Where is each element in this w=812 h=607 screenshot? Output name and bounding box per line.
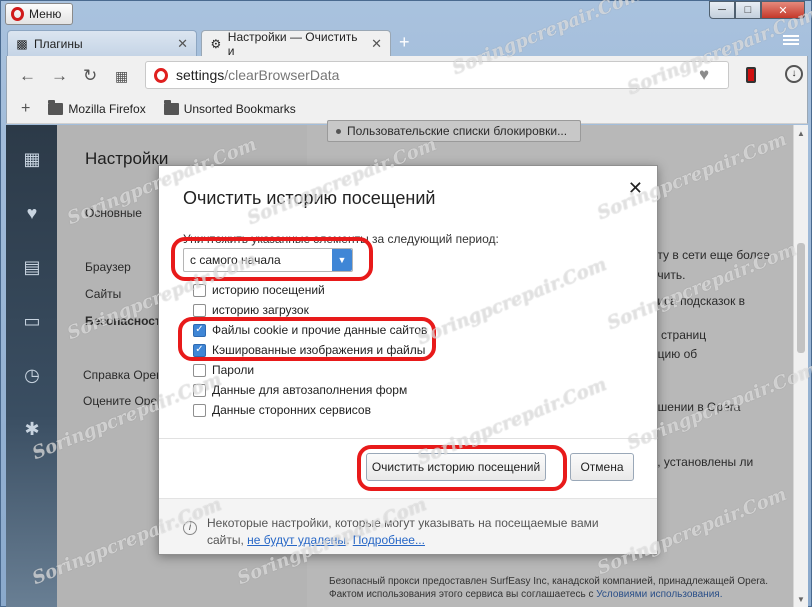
help-link[interactable]: Справка Opera xyxy=(83,368,167,382)
option-history[interactable]: историю посещений xyxy=(193,283,325,297)
tabs-icon[interactable]: ▭ xyxy=(21,311,43,333)
dialog-title: Очистить историю посещений xyxy=(183,188,436,208)
bookmark-label: Mozilla Firefox xyxy=(68,101,146,116)
bg-text: оту в сети еще более xyxy=(651,248,770,262)
bookmark-folder[interactable]: Unsorted Bookmarks xyxy=(163,99,296,116)
option-downloads[interactable]: историю загрузок xyxy=(193,303,309,317)
news-icon[interactable]: ▤ xyxy=(21,257,43,279)
close-tab-icon[interactable]: ✕ xyxy=(177,36,188,52)
address-host: settings xyxy=(176,67,225,83)
more-link[interactable]: Подробнее... xyxy=(353,533,425,547)
reload-icon[interactable]: ↻ xyxy=(83,66,97,86)
menu-label: Меню xyxy=(29,7,62,21)
checkbox[interactable] xyxy=(193,283,206,297)
speed-dial-icon[interactable]: ▦ xyxy=(21,149,43,171)
menu-button[interactable]: Меню xyxy=(5,3,73,25)
tab-label: Плагины xyxy=(34,36,83,51)
option-label: историю загрузок xyxy=(212,303,309,317)
scrollbar[interactable]: ▲ ▼ xyxy=(793,125,808,607)
option-third-party[interactable]: Данные сторонних сервисов xyxy=(193,403,371,417)
block-lists-button[interactable]: Пользовательские списки блокировки... xyxy=(327,120,581,142)
bg-text: ь, установлены ли xyxy=(651,455,754,469)
not-deleted-link[interactable]: не будут удалены xyxy=(247,533,346,547)
info-icon: i xyxy=(183,521,197,535)
address-bar[interactable]: settings/clearBrowserData xyxy=(145,61,729,89)
highlight-options xyxy=(178,317,436,361)
footnote-line1: Безопасный прокси предоставлен SurfEasy … xyxy=(329,576,768,587)
terms-link[interactable]: Условиями использования. xyxy=(596,589,722,600)
extensions-icon[interactable]: ✱ xyxy=(21,419,43,441)
add-bookmark-icon[interactable]: + xyxy=(21,100,30,118)
opera-icon xyxy=(154,67,168,83)
nav-basic[interactable]: Основные xyxy=(85,206,142,220)
tab-plugins[interactable]: ▩ Плагины ✕ xyxy=(7,30,197,56)
nav-sites[interactable]: Сайты xyxy=(85,287,121,301)
window-controls: ─ □ ✕ xyxy=(709,1,805,19)
heart-icon[interactable]: ♥ xyxy=(699,65,709,85)
scroll-thumb[interactable] xyxy=(797,243,805,353)
tab-label: Настройки — Очистить и xyxy=(227,29,358,58)
divider xyxy=(159,438,657,439)
proxy-footnote: Безопасный прокси предоставлен SurfEasy … xyxy=(329,575,789,601)
checkbox[interactable] xyxy=(193,303,206,317)
footnote-line2: Фактом использования этого сервиса вы со… xyxy=(329,589,597,600)
download-icon[interactable]: ↓ xyxy=(785,65,803,83)
puzzle-icon: ▩ xyxy=(16,36,28,51)
option-autofill[interactable]: Данные для автозаполнения форм xyxy=(193,383,407,397)
rate-link[interactable]: Оцените Opera xyxy=(83,394,168,408)
option-label: Данные для автозаполнения форм xyxy=(212,383,408,397)
checkbox[interactable] xyxy=(193,383,206,397)
checkbox[interactable] xyxy=(193,363,206,377)
dialog-footer: i Некоторые настройки, которые могут ука… xyxy=(159,498,657,554)
option-label: Пароли xyxy=(212,363,255,377)
bullet-icon xyxy=(336,128,341,134)
minimize-button[interactable]: ─ xyxy=(709,1,735,19)
highlight-period xyxy=(171,237,373,281)
folder-icon xyxy=(48,99,64,115)
bg-text: и страниц xyxy=(651,328,707,342)
back-icon[interactable]: ← xyxy=(19,66,36,86)
maximize-button[interactable]: □ xyxy=(735,1,761,19)
cancel-button[interactable]: Отмена xyxy=(570,453,634,481)
scroll-up-icon[interactable]: ▲ xyxy=(797,129,805,138)
bg-text: ешении в Opera xyxy=(651,400,741,414)
vpn-badge-icon[interactable] xyxy=(746,67,756,83)
history-icon[interactable]: ◷ xyxy=(21,365,43,387)
option-label: Данные сторонних сервисов xyxy=(212,403,371,417)
close-window-button[interactable]: ✕ xyxy=(761,1,805,19)
tab-menu-icon[interactable] xyxy=(783,33,799,49)
nav-security[interactable]: Безопасность xyxy=(85,314,168,328)
nav-browser[interactable]: Браузер xyxy=(85,260,131,274)
scroll-down-icon[interactable]: ▼ xyxy=(797,595,805,604)
sidebar: ▦ ♥ ▤ ▭ ◷ ✱ xyxy=(6,125,57,607)
bookmark-label: Unsorted Bookmarks xyxy=(183,101,296,116)
footer-text: Некоторые настройки, которые могут указы… xyxy=(207,516,599,547)
bookmark-folder[interactable]: Mozilla Firefox xyxy=(48,99,146,116)
option-label: историю посещений xyxy=(212,283,325,297)
settings-title: Настройки xyxy=(85,149,169,168)
opera-logo-icon xyxy=(11,7,24,21)
browser-window: Меню ─ □ ✕ ▩ Плагины ✕ ⚙ Настройки — Очи… xyxy=(0,0,812,607)
toolbar: ← → ↻ ▦ settings/clearBrowserData ♥ ↓ xyxy=(6,56,808,94)
heart-icon[interactable]: ♥ xyxy=(21,203,43,225)
checkbox[interactable] xyxy=(193,403,206,417)
highlight-clear-button xyxy=(357,445,567,491)
gear-icon: ⚙ xyxy=(210,36,222,51)
close-tab-icon[interactable]: ✕ xyxy=(371,36,382,52)
forward-icon[interactable]: → xyxy=(51,66,68,86)
address-path: /clearBrowserData xyxy=(224,67,340,83)
option-passwords[interactable]: Пароли xyxy=(193,363,254,377)
bg-text: виса подсказок в xyxy=(651,294,746,308)
tab-settings[interactable]: ⚙ Настройки — Очистить и ✕ xyxy=(201,29,391,58)
block-lists-label: Пользовательские списки блокировки... xyxy=(347,124,568,138)
close-icon[interactable]: ✕ xyxy=(628,178,643,199)
speed-dial-icon[interactable]: ▦ xyxy=(115,68,128,85)
folder-icon xyxy=(163,99,179,115)
new-tab-button[interactable]: + xyxy=(399,32,410,53)
